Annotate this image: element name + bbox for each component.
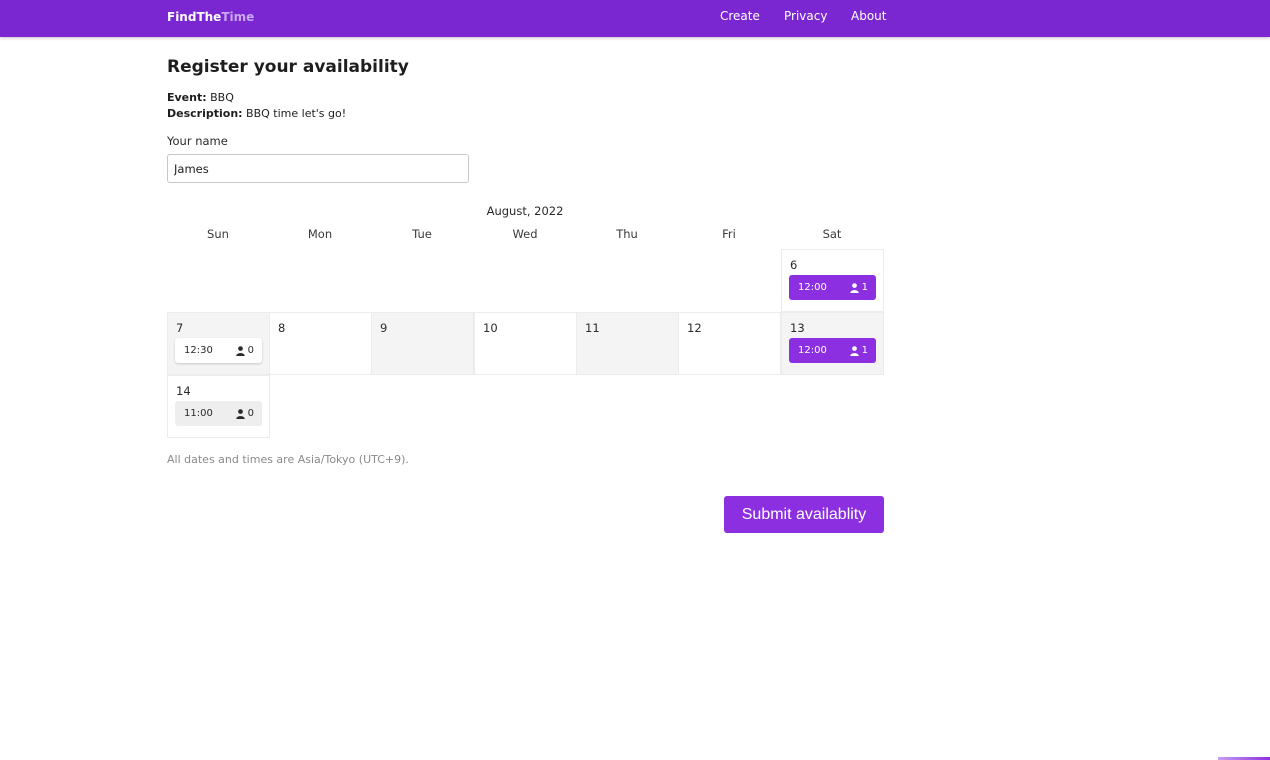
slot-attendees: 0 [235, 338, 254, 363]
slot-attendees: 0 [235, 401, 254, 426]
event-info: Event: BBQ [167, 91, 234, 105]
day-cell: 9 [371, 312, 474, 375]
weekday-sun: Sun [207, 227, 229, 241]
day-cell: 12 [678, 312, 781, 375]
event-value: BBQ [210, 91, 234, 104]
slot-count: 0 [247, 345, 254, 356]
navbar: FindTheTime Create Privacy About [0, 0, 1270, 37]
time-slot[interactable]: 12:00 1 [789, 338, 876, 363]
day-cell: 8 [269, 312, 372, 375]
name-input[interactable] [167, 154, 469, 183]
slot-attendees: 1 [849, 275, 868, 300]
slot-count: 0 [247, 408, 254, 419]
day-cell: 6 12:00 1 [781, 249, 884, 312]
page-title: Register your availability [167, 57, 409, 77]
slot-attendees: 1 [849, 338, 868, 363]
nav-privacy-link[interactable]: Privacy [784, 9, 827, 24]
nav-links: Create Privacy About [0, 9, 886, 25]
slot-time: 12:30 [184, 345, 213, 356]
slot-count: 1 [861, 345, 868, 356]
person-icon [849, 345, 859, 356]
day-number: 9 [380, 321, 388, 335]
time-slot[interactable]: 11:00 0 [175, 401, 262, 426]
time-slot[interactable]: 12:30 0 [175, 338, 262, 363]
event-label: Event: [167, 91, 207, 104]
day-number: 8 [278, 321, 286, 335]
day-cell: 10 [474, 312, 577, 375]
name-label: Your name [167, 134, 228, 148]
weekday-tue: Tue [412, 227, 432, 241]
slot-time: 12:00 [798, 282, 827, 293]
person-icon [849, 282, 859, 293]
slot-time: 11:00 [184, 408, 213, 419]
weekday-wed: Wed [512, 227, 538, 241]
day-number: 14 [176, 384, 191, 398]
description-label: Description: [167, 107, 243, 120]
description-info: Description: BBQ time let's go! [167, 107, 346, 121]
day-cell: 11 [576, 312, 679, 375]
day-number: 12 [687, 321, 702, 335]
time-slot[interactable]: 12:00 1 [789, 275, 876, 300]
calendar-month-title: August, 2022 [486, 204, 564, 218]
day-number: 11 [585, 321, 600, 335]
weekday-sat: Sat [822, 227, 842, 241]
weekday-fri: Fri [722, 227, 736, 241]
person-icon [235, 408, 245, 419]
weekday-mon: Mon [307, 227, 333, 241]
description-value: BBQ time let's go! [246, 107, 347, 120]
day-cell: 14 11:00 0 [167, 375, 270, 438]
day-cell: 13 12:00 1 [781, 312, 884, 375]
weekday-thu: Thu [616, 227, 638, 241]
day-cell: 7 12:30 0 [167, 312, 270, 375]
slot-count: 1 [861, 282, 868, 293]
day-number: 6 [790, 258, 798, 272]
nav-create-link[interactable]: Create [720, 9, 760, 24]
day-number: 13 [790, 321, 805, 335]
day-number: 7 [176, 321, 184, 335]
day-number: 10 [483, 321, 498, 335]
person-icon [235, 345, 245, 356]
timezone-note: All dates and times are Asia/Tokyo (UTC+… [167, 453, 409, 466]
submit-availability-button[interactable]: Submit availablity [724, 496, 884, 533]
nav-about-link[interactable]: About [851, 9, 886, 24]
slot-time: 12:00 [798, 345, 827, 356]
